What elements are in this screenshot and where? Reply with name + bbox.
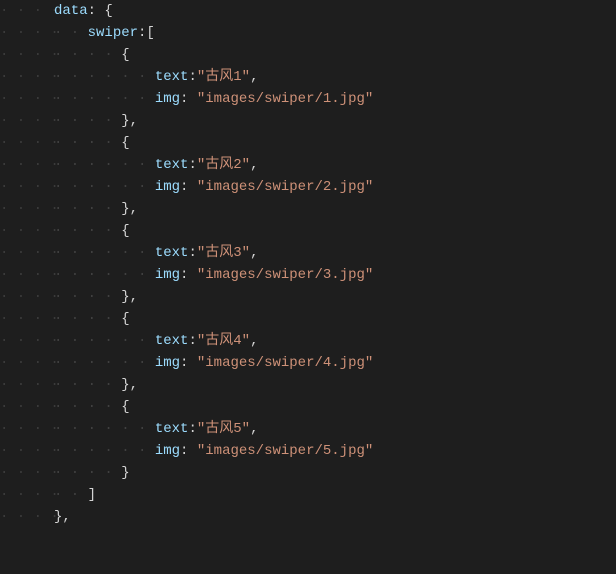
code-editor[interactable]: · · · · data: { · · · · · · swiper:[ · ·… [0, 0, 616, 528]
